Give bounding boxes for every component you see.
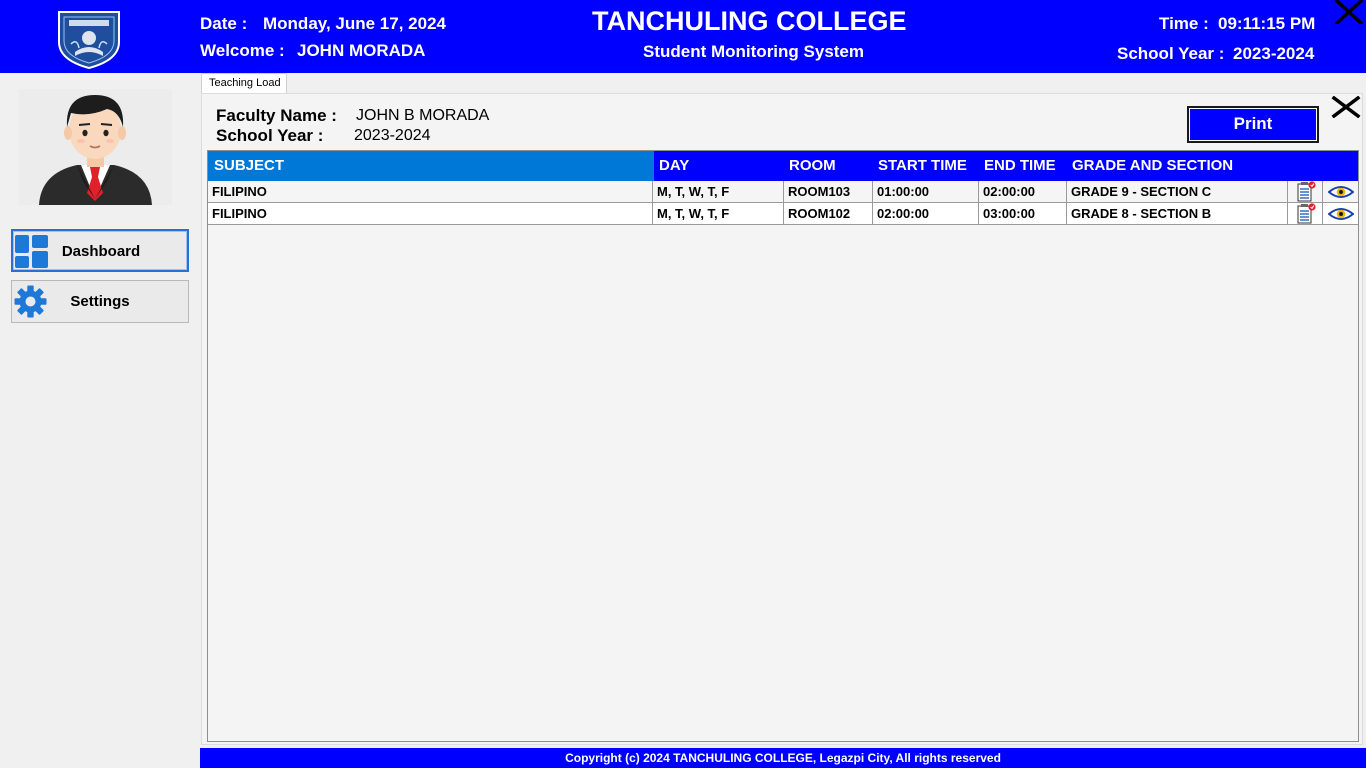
sidebar-item-settings[interactable]: Settings [11, 280, 189, 323]
welcome-display: Welcome : JOHN MORADA [200, 41, 425, 61]
user-avatar [19, 89, 172, 205]
system-name: Student Monitoring System [643, 42, 864, 61]
faculty-name-value: JOHN B MORADA [356, 107, 490, 124]
date-display: Date : Monday, June 17, 2024 [200, 14, 446, 34]
sidebar-item-label: Settings [70, 293, 130, 310]
footer-copyright: Copyright (c) 2024 TANCHULING COLLEGE, L… [200, 748, 1366, 768]
attendance-button[interactable] [1288, 203, 1323, 224]
faculty-name-label: Faculty Name : [216, 106, 337, 125]
school-year-value: 2023-2024 [1233, 44, 1315, 63]
attendance-button[interactable] [1288, 181, 1323, 202]
table-header: SUBJECT DAY ROOM START TIME END TIME GRA… [208, 151, 1358, 181]
sidebar-item-dashboard[interactable]: Dashboard [11, 229, 189, 272]
column-header-grade-section[interactable]: GRADE AND SECTION [1066, 151, 1288, 181]
school-year-info-label: School Year : [216, 126, 324, 145]
cell-start-time: 02:00:00 [873, 203, 979, 224]
cell-end-time: 02:00:00 [979, 181, 1067, 202]
attendance-icon [1297, 181, 1316, 202]
date-value: Monday, June 17, 2024 [263, 14, 446, 33]
college-name: TANCHULING COLLEGE [592, 6, 907, 36]
view-eye-icon [1328, 186, 1354, 198]
date-label: Date : [200, 14, 248, 33]
cell-day: M, T, W, T, F [653, 181, 784, 202]
school-year-label: School Year : [1117, 44, 1225, 63]
time-label: Time : [1159, 14, 1209, 33]
close-icon[interactable] [1331, 96, 1361, 118]
college-seal-icon [58, 11, 120, 69]
teaching-load-table: SUBJECT DAY ROOM START TIME END TIME GRA… [207, 150, 1359, 742]
column-header-end-time[interactable]: END TIME [978, 151, 1067, 181]
view-eye-icon [1328, 208, 1354, 220]
view-button[interactable] [1323, 181, 1358, 202]
app-header: Date : Monday, June 17, 2024 Welcome : JOH… [0, 0, 1366, 73]
time-display: Time : 09:11:15 PM [1159, 14, 1315, 34]
time-value: 09:11:15 PM [1218, 14, 1316, 33]
cell-room: ROOM103 [784, 181, 873, 202]
column-header-subject[interactable]: SUBJECT [208, 151, 654, 181]
view-button[interactable] [1323, 203, 1358, 224]
user-avatar-icon [19, 89, 172, 205]
welcome-label: Welcome : [200, 41, 285, 60]
column-header-start-time[interactable]: START TIME [872, 151, 979, 181]
attendance-icon [1297, 203, 1316, 224]
school-year-display: School Year : 2023-2024 [1117, 44, 1314, 64]
table-row[interactable]: FILIPINO M, T, W, T, F ROOM102 02:00:00 … [208, 203, 1358, 225]
cell-room: ROOM102 [784, 203, 873, 224]
cell-end-time: 03:00:00 [979, 203, 1067, 224]
close-icon[interactable] [1334, 0, 1364, 24]
cell-grade-section: GRADE 8 - SECTION B [1067, 203, 1288, 224]
cell-grade-section: GRADE 9 - SECTION C [1067, 181, 1288, 202]
cell-start-time: 01:00:00 [873, 181, 979, 202]
tab-teaching-load[interactable]: Teaching Load [201, 73, 287, 94]
cell-subject: FILIPINO [208, 181, 653, 202]
column-header-day[interactable]: DAY [653, 151, 784, 181]
welcome-user-name: JOHN MORADA [297, 41, 426, 60]
table-row[interactable]: FILIPINO M, T, W, T, F ROOM103 01:00:00 … [208, 181, 1358, 203]
print-button[interactable]: Print [1187, 106, 1319, 143]
column-header-room[interactable]: ROOM [783, 151, 873, 181]
school-year-info-value: 2023-2024 [354, 127, 431, 144]
cell-day: M, T, W, T, F [653, 203, 784, 224]
sidebar-item-label: Dashboard [61, 243, 141, 260]
cell-subject: FILIPINO [208, 203, 653, 224]
